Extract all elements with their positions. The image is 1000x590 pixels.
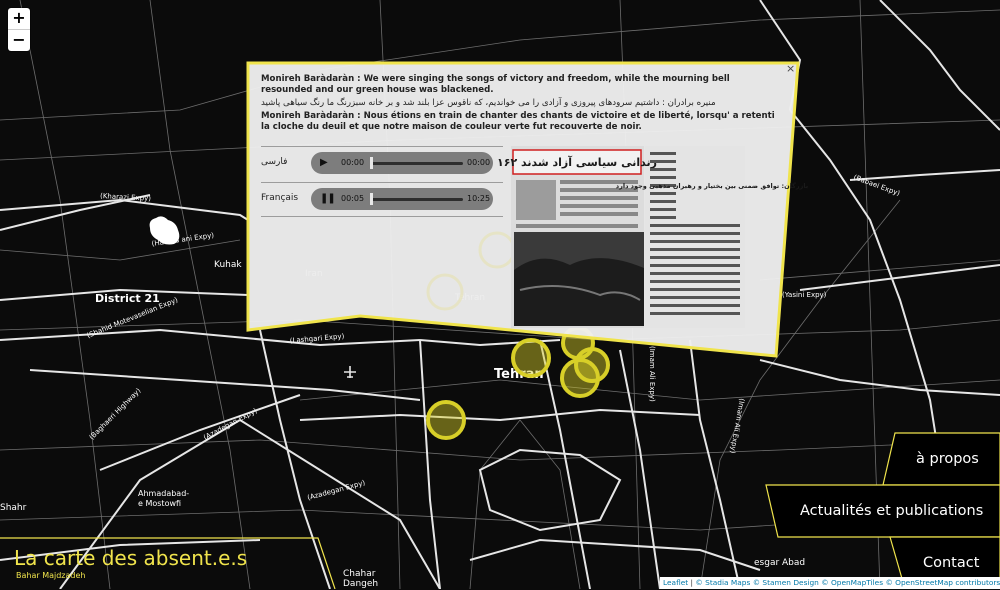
map-label: Dangeh (343, 579, 378, 589)
nav-about-link[interactable]: à propos (916, 451, 979, 467)
map-label: (Imam Ali Expy) (648, 346, 656, 402)
map-label: Kuhak (214, 260, 242, 270)
site-author: Bahar Majdzadeh (16, 571, 86, 580)
newspaper-headline-left: ۱۶۲ زندانی سیاسی آزاد شدند (497, 155, 657, 169)
map-label: Chahar (343, 569, 376, 579)
stamen-link[interactable]: © Stamen Design (753, 578, 819, 587)
map-label: (Yasini Expy) (782, 291, 827, 299)
newspaper-headline-right: بازرگان: توافق ضمنی بین بختیار و رهبران … (616, 182, 808, 190)
map-label: Shahr (0, 503, 27, 513)
stadia-link[interactable]: © Stadia Maps (695, 578, 750, 587)
map-label: esgar Abad (754, 558, 805, 568)
osm-link[interactable]: © OpenStreetMap contributors (885, 578, 1000, 587)
map-canvas[interactable]: TehranDistrict 21KuhakAhmadabad-e Mostow… (0, 0, 1000, 589)
nav-contact-link[interactable]: Contact (923, 555, 979, 571)
zoom-out-button[interactable]: − (8, 29, 30, 51)
site-title[interactable]: La carte des absent.e.s (14, 546, 247, 570)
openmaptiles-link[interactable]: © OpenMapTiles (821, 578, 883, 587)
map-label: e Mostowfi (138, 499, 181, 508)
nav-news-link[interactable]: Actualités et publications (800, 503, 983, 519)
event-marker[interactable] (426, 400, 466, 440)
event-marker[interactable] (560, 358, 600, 398)
zoom-in-button[interactable]: + (8, 8, 30, 29)
map-label: Ahmadabad- (138, 489, 189, 498)
map-label: District 21 (95, 292, 160, 305)
zoom-control: + − (8, 8, 30, 51)
event-marker[interactable] (511, 338, 551, 378)
map-attribution: Leaflet | © Stadia Maps © Stamen Design … (660, 577, 1000, 589)
attribution-separator: | (690, 578, 694, 587)
leaflet-link[interactable]: Leaflet (663, 578, 688, 587)
brand: La carte des absent.e.s Bahar Majdzadeh (0, 538, 335, 590)
